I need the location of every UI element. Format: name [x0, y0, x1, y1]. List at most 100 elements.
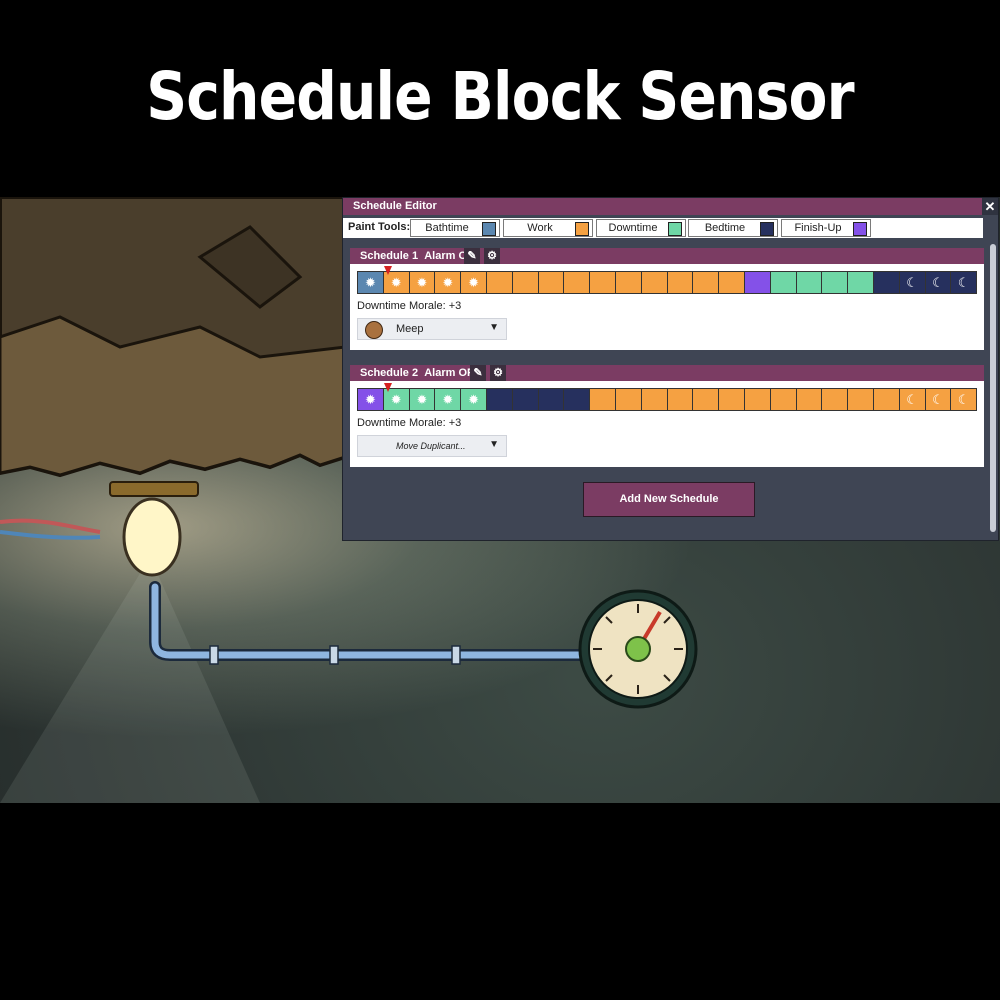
- schedule-block-bed[interactable]: ☾: [899, 272, 925, 293]
- schedule-block-work[interactable]: ☾: [899, 389, 925, 410]
- schedule-block-bath[interactable]: ✹: [358, 272, 383, 293]
- current-time-marker-icon: [383, 266, 392, 275]
- tool-label: Finish-Up: [794, 222, 842, 234]
- schedule-block-work[interactable]: ☾: [925, 389, 951, 410]
- schedule-blocks[interactable]: ✹ ✹ ✹ ✹ ✹ ☾ ☾ ☾: [357, 388, 977, 411]
- schedule-card: Schedule 1 Alarm On ✎ ⚙ ✹ ✹ ✹ ✹ ✹ ☾ ☾ ☾ Downtim…: [350, 248, 984, 350]
- schedule-block-down[interactable]: [770, 272, 796, 293]
- schedule-block-bed[interactable]: [873, 272, 899, 293]
- schedule-block-work[interactable]: [873, 389, 899, 410]
- schedule-block-down[interactable]: [796, 272, 822, 293]
- schedule-block-bed[interactable]: ☾: [925, 272, 951, 293]
- schedule-header: Schedule 2 Alarm OFF ✎ ⚙: [350, 365, 984, 381]
- lamp-bulb: [122, 497, 182, 577]
- schedule-name: Schedule 2: [360, 367, 419, 379]
- duplicant-avatar: [365, 321, 383, 339]
- blue-wire: [0, 530, 101, 540]
- schedule-block-work[interactable]: ✹: [435, 272, 461, 293]
- downtime-morale: Downtime Morale: +3: [357, 417, 462, 429]
- pencil-icon[interactable]: ✎: [470, 365, 486, 381]
- tool-label: Work: [527, 222, 553, 234]
- schedule-block-down[interactable]: ✹: [461, 389, 486, 410]
- schedule-block-work[interactable]: [848, 389, 873, 410]
- schedule-block-work[interactable]: [719, 389, 744, 410]
- page-title: Schedule Block Sensor: [146, 58, 854, 135]
- schedule-block-work[interactable]: [667, 272, 693, 293]
- assignee-dropdown[interactable]: Move Duplicant... ▼: [357, 435, 507, 457]
- paint-tool-finish-up[interactable]: Finish-Up: [781, 219, 871, 237]
- schedule-block-work[interactable]: ✹: [383, 272, 409, 293]
- assignee-value: Meep: [396, 323, 424, 335]
- schedule-block-work[interactable]: [796, 389, 822, 410]
- paint-tool-bedtime[interactable]: Bedtime: [688, 219, 778, 237]
- schedule-block-bed[interactable]: [512, 389, 538, 410]
- schedule-block-finish[interactable]: ✹: [358, 389, 383, 410]
- schedule-block-work[interactable]: [719, 272, 744, 293]
- paint-tool-downtime[interactable]: Downtime: [596, 219, 686, 237]
- schedule-block-bed[interactable]: ☾: [951, 272, 977, 293]
- pipe-joint: [209, 645, 219, 665]
- schedule-block-work[interactable]: [590, 272, 615, 293]
- caret-down-icon: ▼: [489, 322, 499, 333]
- scrollbar[interactable]: [990, 244, 996, 532]
- pipe-joint: [451, 645, 461, 665]
- paint-tools-bar: Paint Tools: Bathtime Work Downtime Bedt…: [343, 218, 983, 238]
- red-wire: [0, 518, 101, 534]
- gear-icon[interactable]: ⚙: [490, 365, 506, 381]
- pipe-joint: [329, 645, 339, 665]
- bathtime-swatch-icon: [482, 222, 496, 236]
- schedule-block-work[interactable]: [744, 389, 770, 410]
- tool-label: Bathtime: [425, 222, 469, 234]
- schedule-block-finish[interactable]: [744, 272, 770, 293]
- schedule-block-down[interactable]: [848, 272, 873, 293]
- schedule-block-work[interactable]: [693, 272, 719, 293]
- schedule-block-work[interactable]: [770, 389, 796, 410]
- schedule-block-bed[interactable]: [538, 389, 564, 410]
- schedule-block-down[interactable]: ✹: [435, 389, 461, 410]
- schedule-block-down[interactable]: ✹: [383, 389, 409, 410]
- tool-label: Bedtime: [704, 222, 746, 234]
- schedule-block-work[interactable]: [615, 389, 641, 410]
- schedule-block-work[interactable]: [615, 272, 641, 293]
- schedule-block-work[interactable]: [538, 272, 564, 293]
- schedule-blocks[interactable]: ✹ ✹ ✹ ✹ ✹ ☾ ☾ ☾: [357, 271, 977, 294]
- schedule-block-work[interactable]: [486, 272, 512, 293]
- downtime-morale: Downtime Morale: +3: [357, 300, 462, 312]
- paint-tool-work[interactable]: Work: [503, 219, 593, 237]
- schedule-block-work[interactable]: ☾: [951, 389, 977, 410]
- add-new-schedule-button[interactable]: Add New Schedule: [583, 482, 755, 517]
- schedule-block-work[interactable]: [590, 389, 615, 410]
- schedule-card: Schedule 2 Alarm OFF ✎ ⚙ ✹ ✹ ✹ ✹ ✹ ☾ ☾ ☾ Downti…: [350, 365, 984, 467]
- paint-tool-bathtime[interactable]: Bathtime: [410, 219, 500, 237]
- schedule-block-down[interactable]: [822, 272, 848, 293]
- schedule-block-work[interactable]: [641, 389, 667, 410]
- schedule-block-bed[interactable]: [564, 389, 590, 410]
- lamp-bracket: [109, 481, 199, 497]
- schedule-block-work[interactable]: [512, 272, 538, 293]
- pencil-icon[interactable]: ✎: [464, 248, 480, 264]
- pipe: [151, 583, 584, 659]
- schedule-block-work[interactable]: [822, 389, 848, 410]
- work-swatch-icon: [575, 222, 589, 236]
- editor-titlebar: Schedule Editor ✕: [343, 198, 998, 215]
- schedule-block-work[interactable]: [564, 272, 590, 293]
- schedule-block-down[interactable]: ✹: [409, 389, 435, 410]
- schedule-block-work[interactable]: ✹: [461, 272, 486, 293]
- tool-label: Downtime: [608, 222, 658, 234]
- schedule-block-work[interactable]: [693, 389, 719, 410]
- assignee-dropdown[interactable]: Meep ▼: [357, 318, 507, 340]
- schedule-name: Schedule 1: [360, 250, 419, 262]
- gauge-hub: [625, 636, 651, 662]
- current-time-marker-icon: [383, 383, 392, 392]
- schedule-block-work[interactable]: [667, 389, 693, 410]
- schedule-block-bed[interactable]: [486, 389, 512, 410]
- schedule-header: Schedule 1 Alarm On ✎ ⚙: [350, 248, 984, 264]
- gear-icon[interactable]: ⚙: [484, 248, 500, 264]
- editor-title: Schedule Editor: [353, 200, 437, 212]
- paint-tools-label: Paint Tools:: [348, 221, 411, 233]
- bedtime-swatch-icon: [760, 222, 774, 236]
- schedule-block-work[interactable]: ✹: [409, 272, 435, 293]
- schedule-block-work[interactable]: [641, 272, 667, 293]
- close-button[interactable]: ✕: [982, 198, 998, 215]
- schedule-editor-window: Schedule Editor ✕ Paint Tools: Bathtime …: [342, 197, 999, 541]
